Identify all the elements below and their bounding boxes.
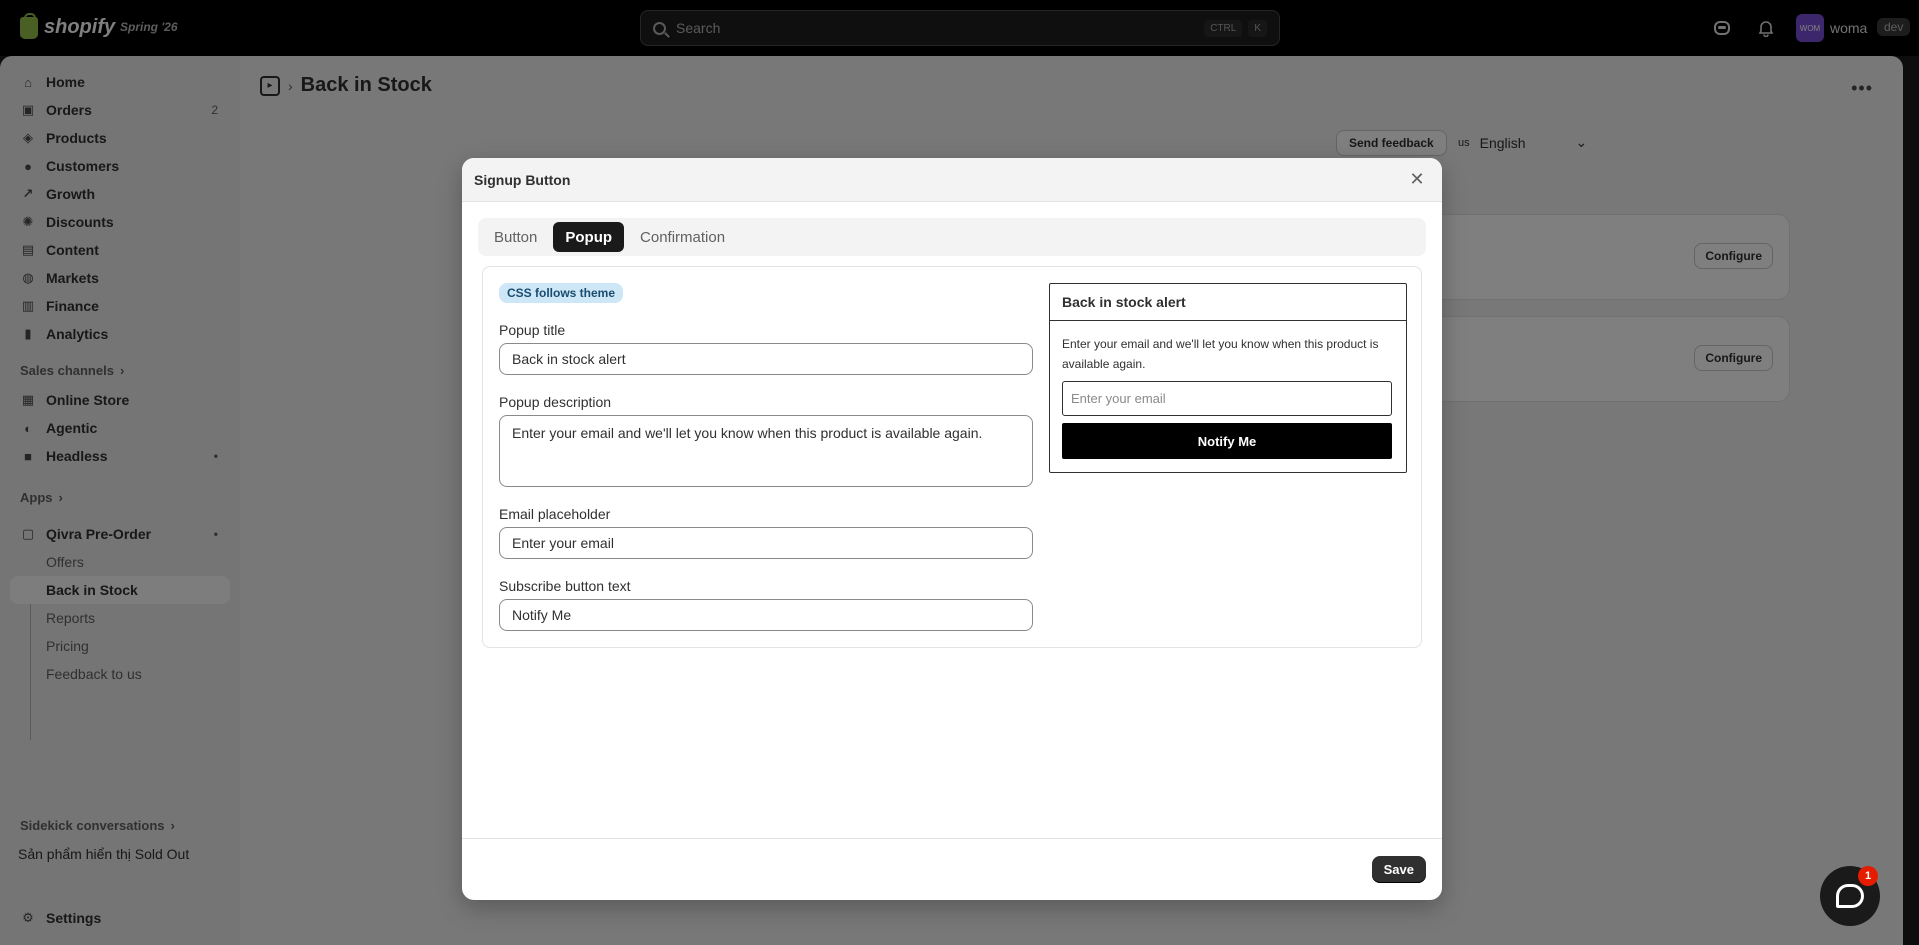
preview-title: Back in stock alert	[1050, 284, 1406, 321]
popup-preview: Back in stock alert Enter your email and…	[1049, 283, 1407, 473]
tab-button[interactable]: Button	[482, 222, 549, 252]
popup-description-label: Popup description	[499, 394, 612, 410]
close-icon[interactable]: ✕	[1406, 168, 1428, 190]
tab-popup[interactable]: Popup	[553, 222, 625, 252]
signup-button-modal: Signup Button ✕ Button Popup Confirmatio…	[462, 158, 1442, 900]
preview-notify-button: Notify Me	[1062, 423, 1392, 459]
popup-settings-panel: CSS follows theme Popup title Popup desc…	[482, 266, 1422, 648]
modal-tabs: Button Popup Confirmation	[478, 218, 1426, 256]
save-button[interactable]: Save	[1371, 856, 1426, 883]
tab-confirmation[interactable]: Confirmation	[628, 222, 737, 252]
preview-description: Enter your email and we'll let you know …	[1062, 337, 1379, 371]
subscribe-button-text-input[interactable]	[499, 599, 1033, 631]
modal-header: Signup Button ✕	[462, 158, 1442, 202]
popup-description-textarea[interactable]: Enter your email and we'll let you know …	[499, 415, 1033, 487]
subscribe-button-text-label: Subscribe button text	[499, 578, 631, 594]
preview-email-input: Enter your email	[1062, 381, 1392, 416]
chat-bubble-icon	[1836, 884, 1864, 908]
popup-title-label: Popup title	[499, 322, 566, 338]
modal-title: Signup Button	[474, 171, 571, 188]
css-theme-badge: CSS follows theme	[499, 283, 624, 303]
email-placeholder-label: Email placeholder	[499, 506, 611, 522]
popup-title-input[interactable]	[499, 343, 1033, 375]
chat-unread-badge: 1	[1858, 866, 1878, 886]
modal-footer: Save	[462, 838, 1442, 900]
email-placeholder-input[interactable]	[499, 527, 1033, 559]
